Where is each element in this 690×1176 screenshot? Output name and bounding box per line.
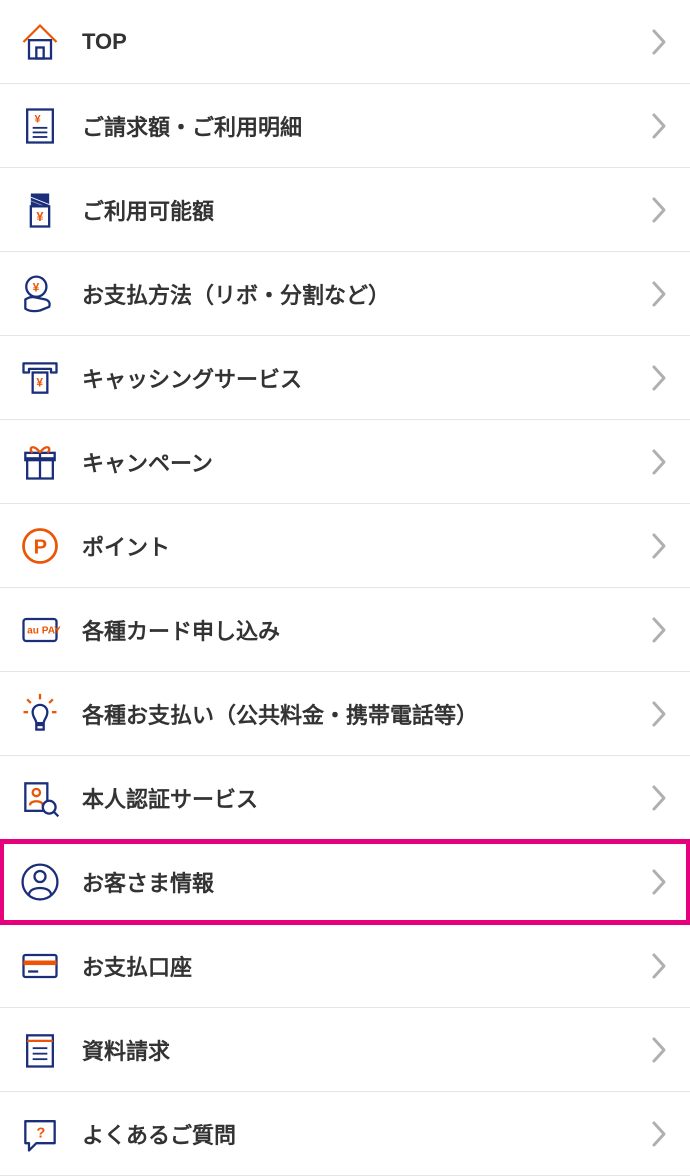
- menu-item-label: キャンペーン: [82, 446, 652, 478]
- chevron-right-icon: [652, 701, 666, 727]
- chevron-right-icon: [652, 113, 666, 139]
- chevron-right-icon: [652, 1037, 666, 1063]
- doc-request-icon: [16, 1026, 64, 1074]
- menu-item-3[interactable]: ¥ お支払方法（リボ・分割など）: [0, 252, 690, 336]
- menu-item-10[interactable]: お客さま情報: [0, 840, 690, 924]
- chevron-right-icon: [652, 281, 666, 307]
- menu-item-13[interactable]: ? よくあるご質問: [0, 1092, 690, 1176]
- menu-item-5[interactable]: キャンペーン: [0, 420, 690, 504]
- home-icon: [16, 18, 64, 66]
- billing-doc-icon: ¥: [16, 102, 64, 150]
- svg-text:¥: ¥: [33, 280, 40, 294]
- lightbulb-icon: [16, 690, 64, 738]
- menu-item-label: 資料請求: [82, 1034, 652, 1066]
- menu-item-12[interactable]: 資料請求: [0, 1008, 690, 1092]
- menu-item-2[interactable]: ¥ ご利用可能額: [0, 168, 690, 252]
- menu-item-label: よくあるご質問: [82, 1118, 652, 1150]
- card-limit-icon: ¥: [16, 186, 64, 234]
- menu-item-label: 各種お支払い（公共料金・携帯電話等）: [82, 698, 652, 730]
- menu-item-label: お支払方法（リボ・分割など）: [82, 278, 652, 310]
- svg-text:¥: ¥: [36, 209, 44, 224]
- menu-item-label: 本人認証サービス: [82, 782, 652, 814]
- faq-icon: ?: [16, 1110, 64, 1158]
- svg-text:au PAY: au PAY: [27, 625, 61, 636]
- atm-icon: ¥: [16, 354, 64, 402]
- menu-item-label: ご利用可能額: [82, 194, 652, 226]
- chevron-right-icon: [652, 1121, 666, 1147]
- menu-item-11[interactable]: お支払口座: [0, 924, 690, 1008]
- gift-icon: [16, 438, 64, 486]
- menu-item-label: ポイント: [82, 530, 652, 562]
- menu-item-label: TOP: [82, 29, 652, 55]
- svg-text:?: ?: [36, 1125, 45, 1141]
- id-check-icon: [16, 774, 64, 822]
- menu-item-7[interactable]: au PAY 各種カード申し込み: [0, 588, 690, 672]
- menu-item-4[interactable]: ¥ キャッシングサービス: [0, 336, 690, 420]
- chevron-right-icon: [652, 785, 666, 811]
- menu-item-label: お支払口座: [82, 950, 652, 982]
- chevron-right-icon: [652, 449, 666, 475]
- menu-item-label: 各種カード申し込み: [82, 614, 652, 646]
- menu-item-label: お客さま情報: [82, 866, 652, 898]
- svg-text:¥: ¥: [35, 113, 42, 125]
- menu-item-label: ご請求額・ご利用明細: [82, 110, 652, 142]
- menu-item-0[interactable]: TOP: [0, 0, 690, 84]
- svg-text:¥: ¥: [36, 375, 43, 389]
- menu-list: TOP ¥ ご請求額・ご利用明細 ¥ ご利用可能額 ¥ お支払方法（リボ・分割な…: [0, 0, 690, 1176]
- chevron-right-icon: [652, 533, 666, 559]
- aupay-card-icon: au PAY: [16, 606, 64, 654]
- person-circle-icon: [16, 858, 64, 906]
- chevron-right-icon: [652, 869, 666, 895]
- bank-card-icon: [16, 942, 64, 990]
- chevron-right-icon: [652, 953, 666, 979]
- chevron-right-icon: [652, 197, 666, 223]
- menu-item-1[interactable]: ¥ ご請求額・ご利用明細: [0, 84, 690, 168]
- menu-item-6[interactable]: P ポイント: [0, 504, 690, 588]
- chevron-right-icon: [652, 29, 666, 55]
- chevron-right-icon: [652, 617, 666, 643]
- menu-item-9[interactable]: 本人認証サービス: [0, 756, 690, 840]
- menu-item-label: キャッシングサービス: [82, 362, 652, 394]
- svg-text:P: P: [34, 536, 47, 558]
- menu-item-8[interactable]: 各種お支払い（公共料金・携帯電話等）: [0, 672, 690, 756]
- hand-yen-icon: ¥: [16, 270, 64, 318]
- point-icon: P: [16, 522, 64, 570]
- chevron-right-icon: [652, 365, 666, 391]
